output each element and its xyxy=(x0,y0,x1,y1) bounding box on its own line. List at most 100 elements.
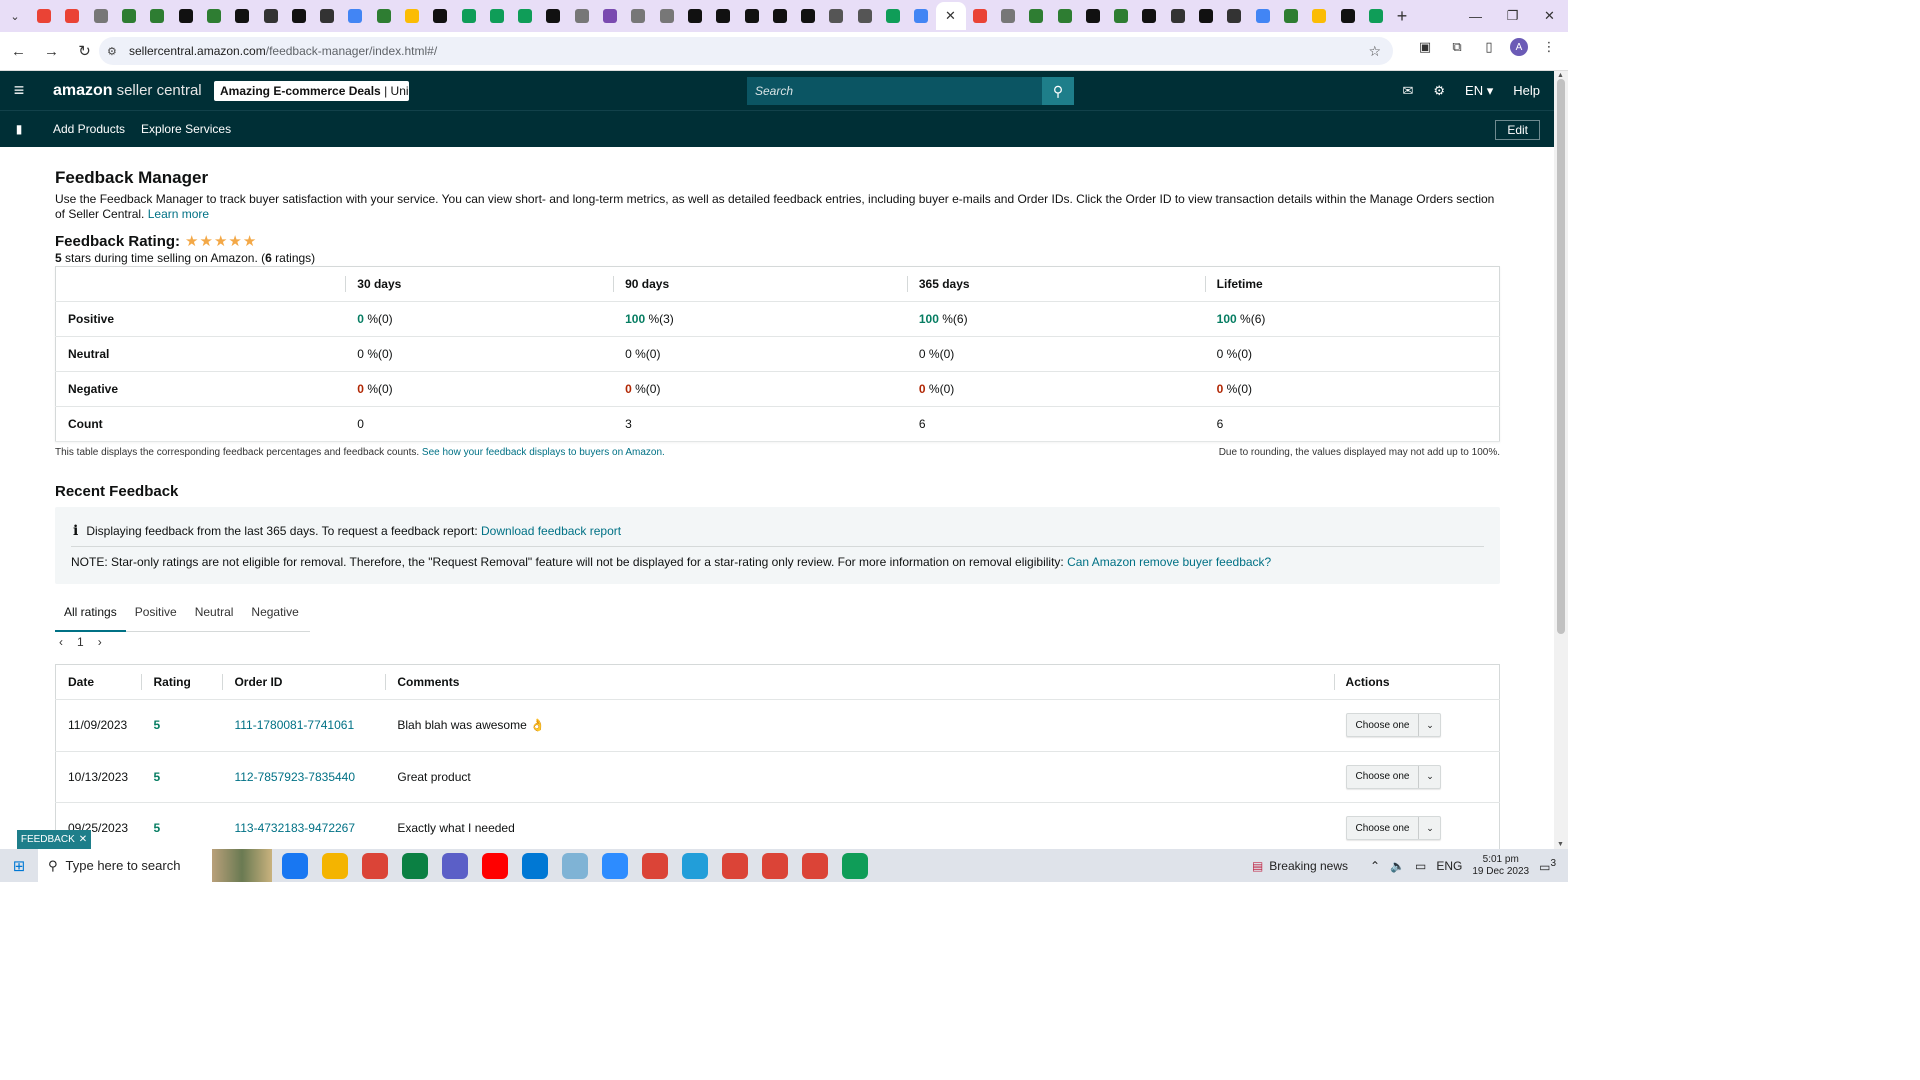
help-link[interactable]: Help xyxy=(1513,83,1540,98)
gear-icon[interactable]: ⚙ xyxy=(1433,83,1445,99)
taskbar-app-icon[interactable] xyxy=(842,852,868,879)
taskbar-app-icon[interactable] xyxy=(282,852,308,879)
site-info-icon[interactable]: ⚙ xyxy=(107,45,129,58)
close-icon[interactable]: ✕ xyxy=(79,834,87,845)
news-widget[interactable]: ▤ Breaking news xyxy=(1252,859,1348,873)
scrollbar-thumb[interactable] xyxy=(1557,79,1565,634)
browser-tab[interactable] xyxy=(1277,2,1305,30)
taskbar-app-icon[interactable] xyxy=(322,852,348,879)
browser-tab[interactable] xyxy=(313,2,341,30)
extension-off-icon[interactable]: ▣ xyxy=(1414,36,1436,58)
taskbar-app-icon[interactable] xyxy=(482,852,508,879)
browser-tab[interactable] xyxy=(851,2,879,30)
browser-tab[interactable] xyxy=(994,2,1022,30)
side-panel-icon[interactable]: ▯ xyxy=(1478,36,1500,58)
clock[interactable]: 5:01 pm 19 Dec 2023 xyxy=(1472,854,1529,878)
browser-tab[interactable] xyxy=(454,2,482,30)
chevron-down-icon[interactable]: ⌄ xyxy=(1418,765,1440,788)
tab-negative[interactable]: Negative xyxy=(242,595,307,632)
taskbar-app-icon[interactable] xyxy=(802,852,828,879)
notification-icon[interactable]: ▭3 xyxy=(1539,858,1556,874)
taskbar-app-icon[interactable] xyxy=(442,852,468,879)
taskbar-app-icon[interactable] xyxy=(522,852,548,879)
taskbar-app-icon[interactable] xyxy=(562,852,588,879)
close-window-icon[interactable]: ✕ xyxy=(1531,0,1568,32)
browser-tab[interactable] xyxy=(30,2,58,30)
download-report-link[interactable]: Download feedback report xyxy=(481,524,621,538)
network-icon[interactable]: ▭ xyxy=(1415,859,1426,873)
browser-tab[interactable] xyxy=(653,2,681,30)
browser-tab[interactable] xyxy=(737,2,765,30)
mail-icon[interactable]: ✉ xyxy=(1402,83,1413,99)
browser-tab[interactable] xyxy=(879,2,907,30)
browser-tab[interactable] xyxy=(115,2,143,30)
chevron-right-icon[interactable]: › xyxy=(98,635,102,649)
browser-tab[interactable] xyxy=(624,2,652,30)
choose-action-dropdown[interactable]: Choose one ⌄ xyxy=(1345,764,1442,789)
order-id-link[interactable]: 112-7857923-7835440 xyxy=(222,751,386,803)
scroll-up-icon[interactable]: ▲ xyxy=(1557,72,1564,79)
browser-tab[interactable] xyxy=(426,2,454,30)
active-tab[interactable]: ✕ xyxy=(935,2,966,30)
browser-menu-icon[interactable]: ⋮ xyxy=(1538,36,1560,58)
page-scrollbar[interactable]: ▲ ▼ xyxy=(1554,71,1568,849)
browser-tab[interactable] xyxy=(58,2,86,30)
order-id-link[interactable]: 111-1780081-7741061 xyxy=(222,699,386,752)
browser-tab[interactable] xyxy=(228,2,256,30)
browser-tab[interactable] xyxy=(1135,2,1163,30)
scroll-down-icon[interactable]: ▼ xyxy=(1557,841,1564,848)
page-number[interactable]: 1 xyxy=(77,635,84,649)
taskbar-search[interactable]: ⚲ Type here to search xyxy=(38,849,272,882)
language-selector[interactable]: EN ▾ xyxy=(1465,83,1493,99)
taskbar-app-icon[interactable] xyxy=(682,852,708,879)
browser-tab[interactable] xyxy=(87,2,115,30)
removal-eligibility-link[interactable]: Can Amazon remove buyer feedback? xyxy=(1067,555,1271,569)
browser-tab[interactable] xyxy=(1362,2,1390,30)
browser-tab[interactable] xyxy=(709,2,737,30)
restore-icon[interactable]: ❐ xyxy=(1494,0,1531,32)
extensions-icon[interactable]: ⧉ xyxy=(1446,36,1468,58)
taskbar-app-icon[interactable] xyxy=(762,852,788,879)
browser-tab[interactable] xyxy=(511,2,539,30)
browser-tab[interactable] xyxy=(966,2,994,30)
learn-more-link[interactable]: Learn more xyxy=(148,207,209,221)
browser-tab[interactable] xyxy=(256,2,284,30)
order-id-link[interactable]: 113-4732183-9472267 xyxy=(222,802,386,855)
browser-tab[interactable] xyxy=(341,2,369,30)
search-icon[interactable]: ⚲ xyxy=(1042,77,1074,105)
browser-tab[interactable] xyxy=(794,2,822,30)
browser-tab[interactable] xyxy=(1248,2,1276,30)
volume-icon[interactable]: 🔈 xyxy=(1390,859,1405,873)
bookmark-star-icon[interactable]: ☆ xyxy=(1368,43,1381,60)
browser-tab[interactable] xyxy=(822,2,850,30)
taskbar-app-icon[interactable] xyxy=(642,852,668,879)
taskbar-app-icon[interactable] xyxy=(362,852,388,879)
hamburger-menu-icon[interactable]: ≡ xyxy=(0,71,38,110)
minimize-icon[interactable]: — xyxy=(1457,0,1494,32)
account-switcher[interactable]: Amazing E-commerce Deals | Uni... xyxy=(214,81,409,101)
taskbar-app-icon[interactable] xyxy=(722,852,748,879)
bookmark-icon[interactable]: ▮ xyxy=(0,122,38,136)
browser-tab[interactable] xyxy=(681,2,709,30)
browser-tab[interactable] xyxy=(285,2,313,30)
taskbar-app-icon[interactable] xyxy=(402,852,428,879)
browser-tab[interactable] xyxy=(596,2,624,30)
browser-tab[interactable] xyxy=(370,2,398,30)
tab-all-ratings[interactable]: All ratings xyxy=(55,595,126,632)
browser-tab[interactable] xyxy=(1050,2,1078,30)
browser-tab[interactable] xyxy=(143,2,171,30)
edit-nav-button[interactable]: Edit xyxy=(1495,120,1540,140)
new-tab-button[interactable]: + xyxy=(1390,6,1414,27)
reload-icon[interactable]: ↻ xyxy=(70,37,99,66)
chevron-down-icon[interactable]: ⌄ xyxy=(1418,714,1440,737)
taskbar-app-icon[interactable] xyxy=(602,852,628,879)
url-field[interactable]: ⚙ sellercentral.amazon.com/feedback-mana… xyxy=(99,37,1393,65)
browser-tab[interactable] xyxy=(907,2,935,30)
browser-tab[interactable] xyxy=(1192,2,1220,30)
tab-neutral[interactable]: Neutral xyxy=(186,595,243,632)
browser-tab[interactable] xyxy=(766,2,794,30)
browser-tab[interactable] xyxy=(1305,2,1333,30)
chevron-left-icon[interactable]: ‹ xyxy=(59,635,63,649)
browser-tab[interactable] xyxy=(1079,2,1107,30)
header-search-input[interactable]: Search xyxy=(747,77,1042,105)
